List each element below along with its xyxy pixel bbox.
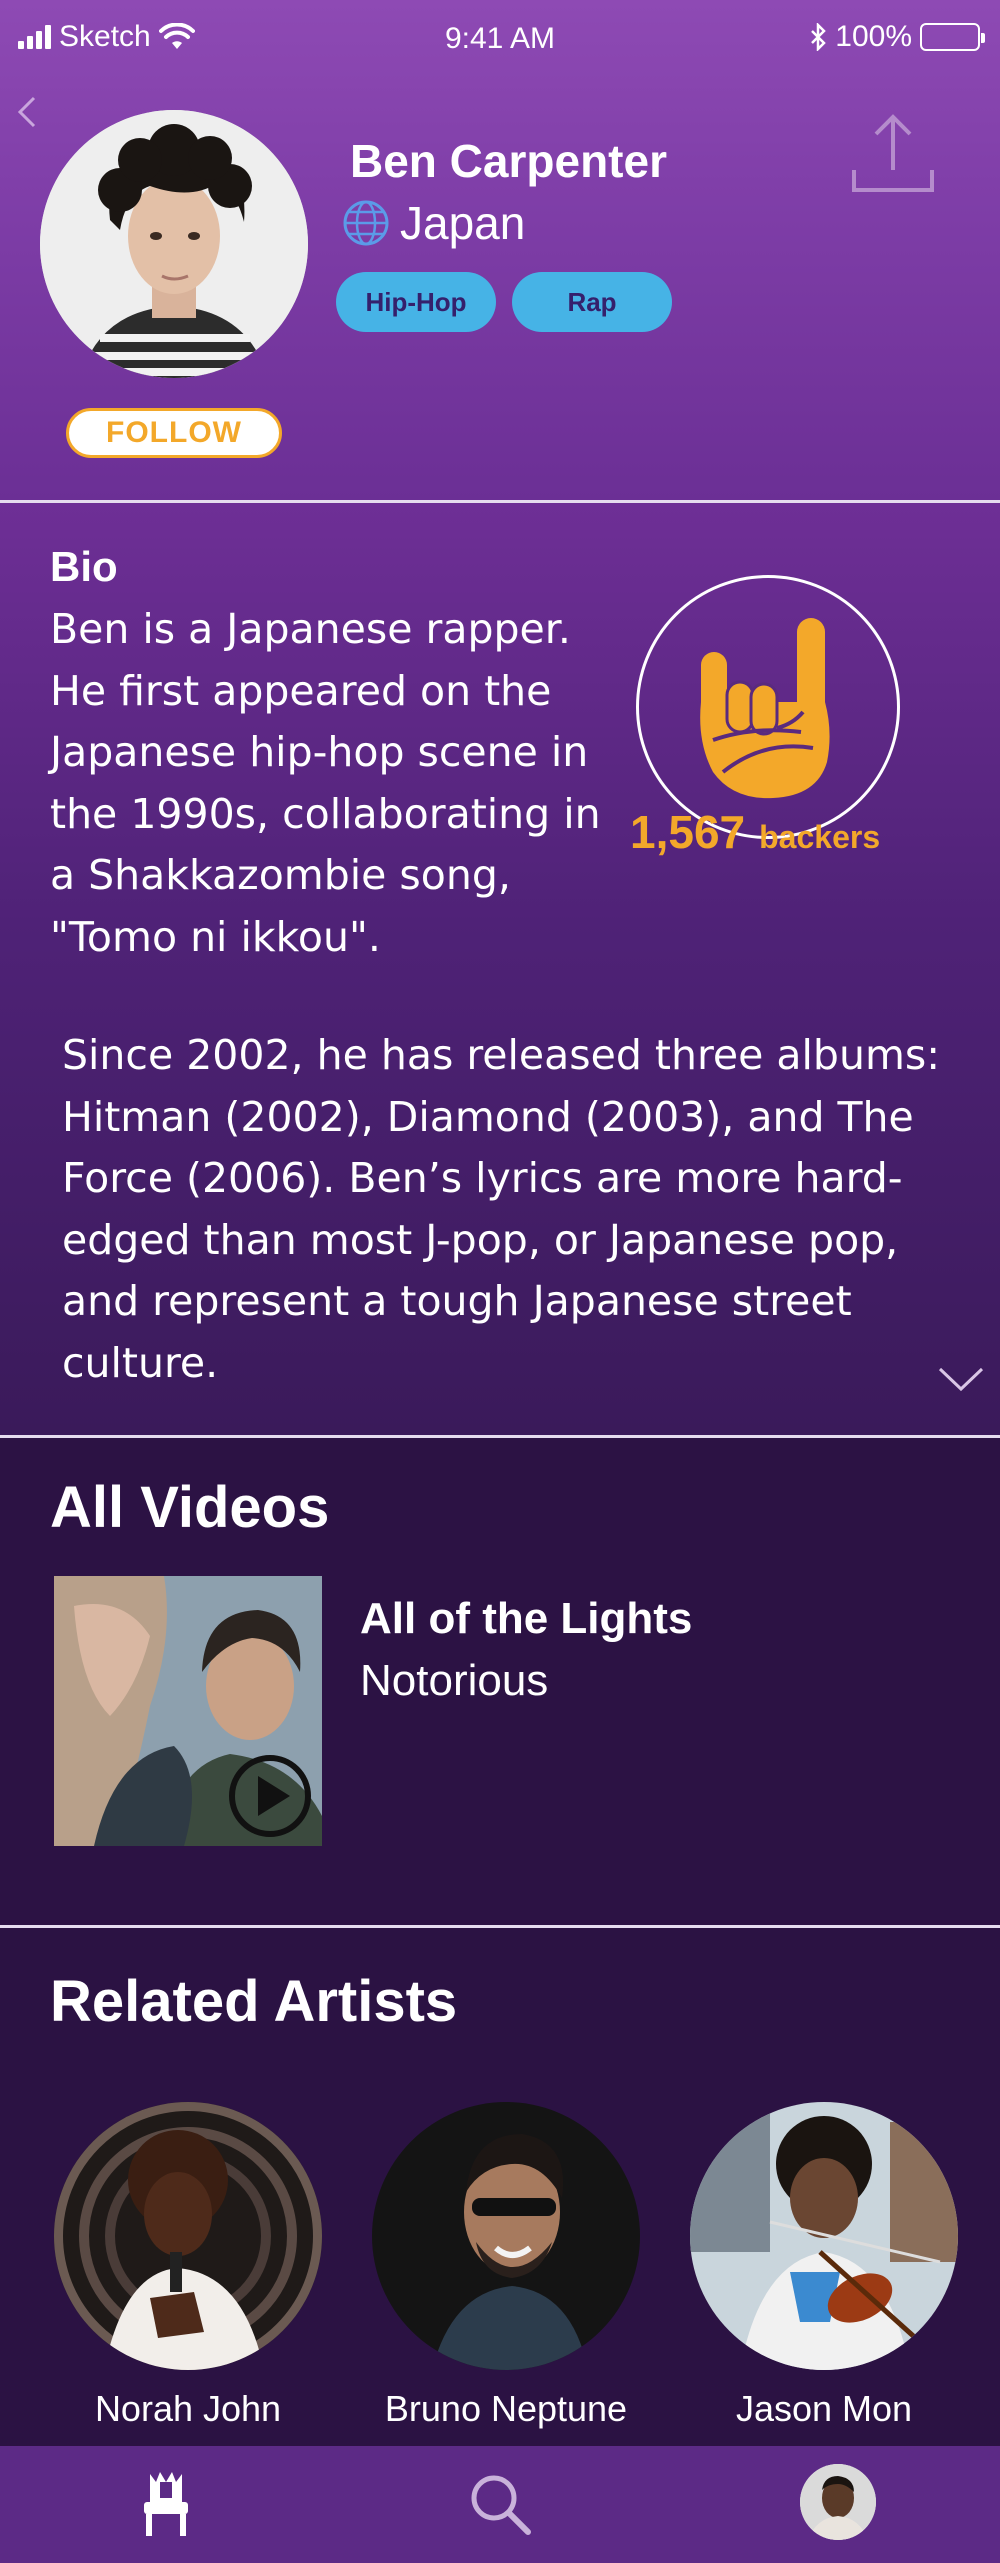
genre-tag-hip-hop[interactable]: Hip-Hop	[336, 272, 496, 332]
video-thumbnail[interactable]	[54, 1576, 322, 1846]
bio-paragraph-1: Ben is a Japanese rapper. He first appea…	[50, 605, 601, 961]
artist-country: Japan	[400, 197, 526, 249]
bio-title: Bio	[50, 543, 118, 590]
backers-badge[interactable]	[636, 575, 900, 839]
backers-row: 1,567 backers	[630, 805, 880, 859]
related-artists-section: Related Artists Norah John Bruno Neptune	[0, 1928, 1000, 2446]
genre-tag-rap[interactable]: Rap	[512, 272, 672, 332]
status-bar: Sketch 9:41 AM 100%	[0, 0, 1000, 80]
follow-button[interactable]: FOLLOW	[66, 408, 282, 458]
profile-avatar[interactable]	[800, 2464, 876, 2540]
bio-paragraph-2: Since 2002, he has released three albums…	[62, 1031, 941, 1387]
globe-icon	[343, 200, 389, 246]
battery-percent: 100%	[835, 20, 912, 53]
related-artist-avatar[interactable]	[54, 2102, 322, 2370]
videos-title: All Videos	[50, 1475, 330, 1540]
video-artist: Notorious	[360, 1656, 549, 1705]
backers-label: backers	[759, 819, 881, 855]
chevron-down-icon[interactable]	[936, 1363, 986, 1393]
artist-avatar	[40, 110, 308, 378]
related-artist-avatar[interactable]	[690, 2102, 958, 2370]
related-artist-name[interactable]: Norah John	[28, 2388, 348, 2430]
videos-section: All Videos All of the Lights Notorious	[0, 1438, 1000, 1925]
backers-count: 1,567	[630, 806, 746, 858]
status-right: 100%	[809, 20, 985, 54]
related-title: Related Artists	[50, 1969, 458, 2034]
tab-bar	[0, 2446, 1000, 2563]
artist-name: Ben Carpenter	[350, 135, 667, 187]
country-row: Japan	[342, 196, 525, 250]
throne-icon[interactable]	[140, 2468, 192, 2538]
back-icon[interactable]	[12, 92, 40, 132]
artist-header: Sketch 9:41 AM 100% Ben Carpenter Japan …	[0, 0, 1000, 500]
search-icon[interactable]	[466, 2470, 534, 2538]
video-title[interactable]: All of the Lights	[360, 1594, 692, 1644]
share-icon[interactable]	[848, 112, 938, 196]
related-artist-name[interactable]: Bruno Neptune	[346, 2388, 666, 2430]
rock-hand-icon	[700, 618, 830, 799]
related-artist-name[interactable]: Jason Mon	[664, 2388, 984, 2430]
bio-section: Bio Ben is a Japanese rapper. He first a…	[0, 503, 1000, 1435]
bluetooth-icon	[811, 23, 827, 51]
related-artist-avatar[interactable]	[372, 2102, 640, 2370]
battery-icon	[920, 23, 985, 51]
